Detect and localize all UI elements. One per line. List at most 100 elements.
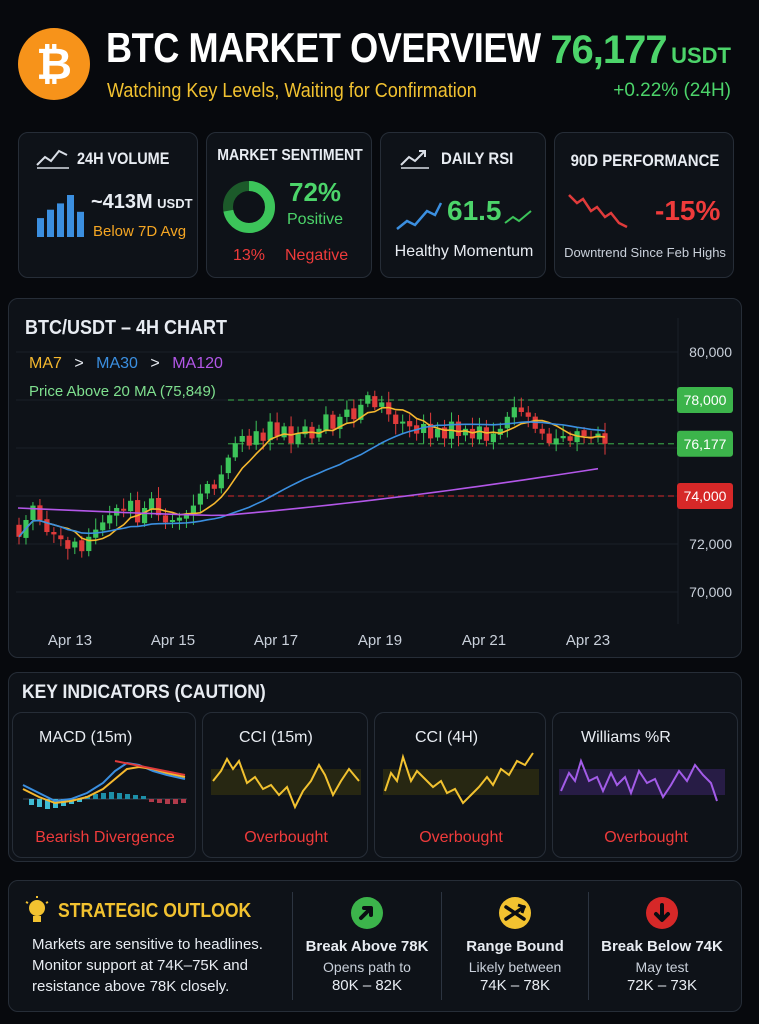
- candle-body: [128, 500, 134, 512]
- candle-body: [483, 427, 490, 441]
- rsi-value: 61.5: [447, 195, 502, 226]
- candlestick-chart: 80,00078,00076,00074,00072,00070,000Apr …: [16, 318, 733, 649]
- indicator-status: Overbought: [244, 829, 328, 846]
- arrow-up-right-icon: [351, 897, 383, 929]
- volume-unit: USDT: [157, 196, 193, 211]
- level-label: 76,177: [684, 436, 727, 452]
- page-title: BTC MARKET OVERVIEW: [106, 24, 541, 71]
- candle-body: [58, 535, 64, 540]
- outlook-text-line: Markets are sensitive to headlines.: [32, 936, 263, 953]
- indicator-status: Overbought: [604, 829, 688, 846]
- candle-body: [476, 426, 483, 440]
- scenario-break-below: Break Below 74K May test 72K – 73K: [589, 896, 735, 994]
- candle-body: [525, 412, 531, 417]
- volume-value: ~413M: [91, 191, 153, 213]
- indicator-card-cci-4h: CCI (4H) Overbought: [374, 712, 546, 858]
- btc-logo: ₿: [18, 28, 90, 100]
- candle-body: [511, 407, 517, 418]
- macd-histogram-bar: [93, 794, 98, 799]
- volume-title: 24H VOLUME: [77, 149, 170, 168]
- indicator-name: CCI (4H): [415, 729, 479, 746]
- candle-body: [155, 497, 162, 516]
- candle-body: [148, 498, 155, 510]
- lightbulb-icon: [25, 896, 49, 922]
- candle-body: [100, 522, 106, 531]
- performance-title: 90D PERFORMANCE: [570, 151, 720, 170]
- candle-body: [141, 508, 148, 524]
- candle-body: [86, 536, 92, 552]
- candle-body: [379, 402, 385, 407]
- candle-body: [30, 505, 36, 520]
- cci-15m-mini-chart: [211, 756, 361, 810]
- scenario-range: 80K – 82K: [331, 977, 403, 994]
- indicator-status: Overbought: [419, 829, 503, 846]
- divider: [292, 892, 293, 1000]
- candle-body: [169, 520, 176, 522]
- performance-note: Downtrend Since Feb Highs: [564, 245, 726, 260]
- rsi-sparkline-left: [396, 202, 443, 230]
- candle-body: [295, 433, 301, 445]
- rsi-title: DAILY RSI: [441, 149, 514, 168]
- candle-body: [281, 426, 287, 438]
- candle-body: [274, 422, 280, 436]
- candle-body: [365, 395, 371, 404]
- candle-body: [344, 409, 350, 417]
- candle-body: [351, 408, 357, 420]
- outlook-text-line: resistance above 78K closely.: [32, 978, 230, 995]
- performance-sparkline: [568, 194, 628, 229]
- candle-body: [560, 436, 566, 439]
- candle-body: [393, 414, 399, 424]
- page-subtitle: Watching Key Levels, Waiting for Confirm…: [107, 80, 477, 102]
- scenario-title: Break Above 78K: [305, 938, 429, 955]
- candle-body: [121, 508, 127, 511]
- macd-histogram-bar: [117, 793, 122, 799]
- sentiment-negative-pct: 13%: [233, 247, 266, 264]
- macd-histogram-bar: [101, 793, 106, 799]
- macd-histogram-bar: [29, 799, 34, 805]
- sentiment-donut: [223, 181, 275, 233]
- macd-histogram-bar: [181, 799, 186, 803]
- volume-bar: [77, 211, 84, 237]
- macd-histogram-bar: [141, 796, 146, 799]
- y-tick-label: 70,000: [689, 584, 732, 600]
- x-tick-label: Apr 19: [358, 632, 402, 649]
- sentiment-card: MARKET SENTIMENT 72% Positive 13% Negati…: [206, 132, 372, 278]
- level-label: 74,000: [684, 488, 727, 504]
- candle-body: [65, 540, 71, 549]
- sentiment-negative-label: Negative: [285, 247, 349, 264]
- candle-body: [267, 421, 273, 441]
- candle-body: [225, 457, 231, 474]
- candle-body: [44, 519, 50, 532]
- volume-bar: [57, 203, 64, 237]
- current-price: 76,177 USDT: [550, 28, 731, 73]
- macd-histogram-bar: [125, 794, 130, 799]
- scenario-range: 72K – 73K: [626, 977, 698, 994]
- candle-body: [51, 532, 57, 535]
- candle-body: [107, 515, 113, 524]
- indicator-card-williams: Williams %R Overbought: [552, 712, 738, 858]
- volume-bar: [47, 209, 54, 237]
- candle-body: [546, 433, 552, 444]
- candle-body: [400, 421, 406, 424]
- scenario-title: Range Bound: [466, 938, 564, 955]
- macd-histogram-bar: [109, 792, 114, 799]
- candle-body: [197, 493, 203, 505]
- key-indicators-title: KEY INDICATORS (CAUTION): [22, 682, 266, 703]
- candle-body: [567, 436, 573, 441]
- outlook-title: STRATEGIC OUTLOOK: [58, 900, 252, 922]
- rsi-sparkline-right: [504, 210, 532, 224]
- candle-body: [504, 416, 510, 429]
- bitcoin-icon: ₿: [36, 38, 72, 90]
- candle-body: [581, 430, 587, 436]
- performance-card: 90D PERFORMANCE -15% Downtrend Since Feb…: [554, 132, 734, 278]
- candle-body: [407, 421, 413, 427]
- x-tick-label: Apr 23: [566, 632, 610, 649]
- candle-body: [162, 515, 169, 523]
- volume-bar: [37, 218, 44, 237]
- y-tick-label: 72,000: [689, 536, 732, 552]
- scenario-title: Break Below 74K: [601, 938, 723, 955]
- price-value: 76,177: [550, 28, 667, 72]
- sentiment-positive-label: Positive: [287, 211, 344, 228]
- volume-chart-icon: [36, 149, 69, 169]
- candle-body: [204, 484, 210, 494]
